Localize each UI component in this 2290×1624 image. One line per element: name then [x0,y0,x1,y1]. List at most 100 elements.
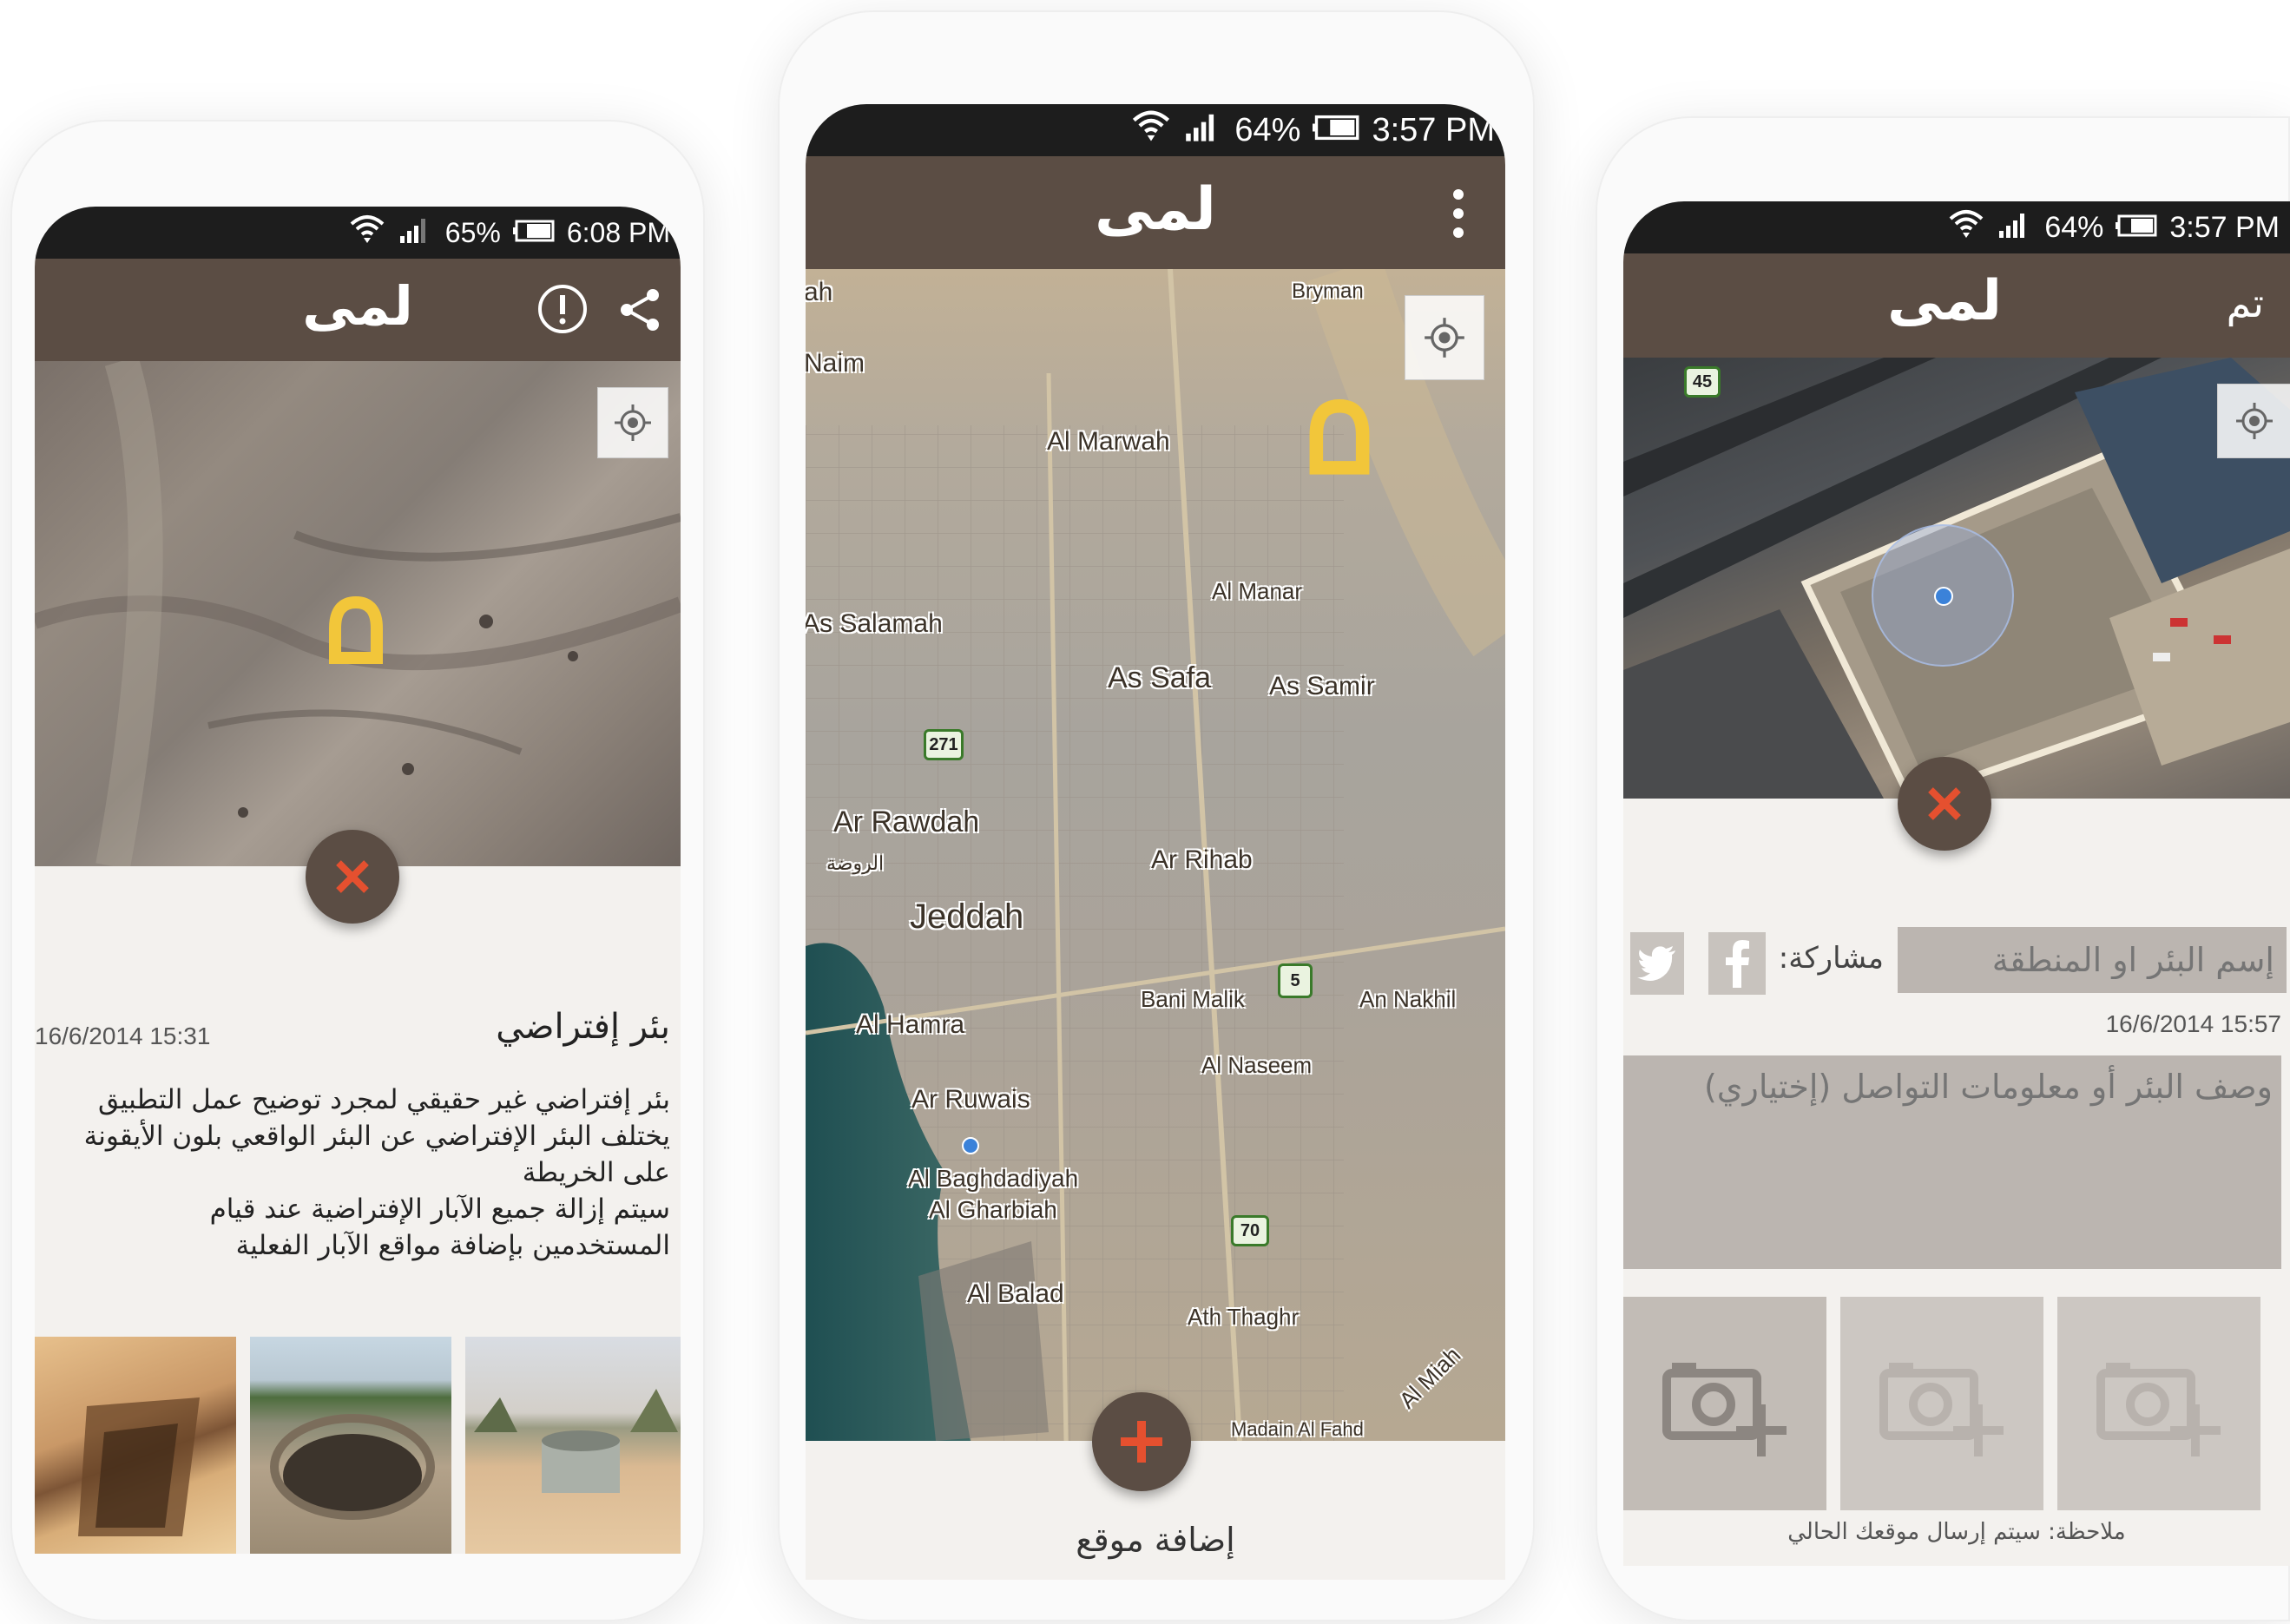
add-icon [1121,1421,1162,1463]
my-location-icon [615,404,651,441]
add-location-button[interactable] [1092,1392,1191,1491]
my-location-button[interactable] [597,387,668,458]
well-shape [474,1389,678,1493]
status-bar: 64% 3:57 PM [806,104,1505,156]
well-photo[interactable] [465,1337,681,1554]
satellite-map[interactable] [35,361,681,866]
city-map[interactable]: ah Bryman Naim Al Marwah Al Manar As Sal… [806,269,1505,1441]
current-location-dot [1934,587,1953,606]
my-location-icon [2236,403,2273,439]
map-label: Bani Malik [1141,986,1245,1012]
signal-icon [1184,108,1222,152]
pit-shape [78,1397,200,1536]
description-line: يختلف البئر الإفتراضي عن البئر الواقعي ب… [83,1121,670,1152]
map-label: Madain Al Fahd [1231,1418,1364,1440]
map-label: الروضة [826,852,885,874]
signal-icon [1997,208,2032,247]
well-photo[interactable] [250,1337,451,1554]
description-line: المستخدمين بإضافة مواقع الآبار الفعلية [235,1230,670,1261]
satellite-map[interactable]: 45 [1623,358,2290,799]
well-marker-icon [329,595,383,664]
map-label: Ar Ruwais [911,1085,1030,1114]
share-icon [621,289,659,331]
add-photo-icon [1879,1363,2004,1456]
info-button[interactable] [536,283,589,335]
map-label: Ath Thaghr [1188,1304,1300,1330]
well-marker-icon [1309,398,1370,475]
middle-screen: 64% 3:57 PM لمى ah Bryman Naim Al Marwah… [806,104,1505,1580]
road-shield: 70 [1231,1215,1269,1246]
map-label: Al Balad [967,1279,1064,1308]
done-button[interactable]: تم [2227,279,2264,326]
location-note: ملاحظة: سيتم إرسال موقعك الحالي [1787,1519,2126,1545]
app-bar: لمى [35,259,681,361]
left-screen: 65% 6:08 PM لمى 16/6/2014 15:31 بئر إفتر… [35,207,681,1554]
overflow-menu-icon [1453,189,1464,238]
add-location-label[interactable]: إضافة موقع [806,1521,1505,1559]
road-shield: 5 [1278,963,1313,998]
clock: 3:57 PM [2169,210,2280,244]
description-input[interactable] [1623,1055,2281,1269]
add-photo-icon [1662,1363,1787,1456]
clock: 6:08 PM [566,216,670,248]
map-label: Bryman [1292,279,1364,303]
description-line: بئر إفتراضي غير حقيقي لمجرد توضيح عمل ال… [97,1084,670,1115]
close-button[interactable] [1898,757,1991,851]
app-bar: لمى [806,156,1505,269]
description-line: على الخريطة [522,1157,670,1188]
share-button[interactable] [616,286,663,333]
map-label: As Salamah [806,609,943,638]
left-phone: 65% 6:08 PM لمى 16/6/2014 15:31 بئر إفتر… [10,120,705,1621]
battery-percent: 64% [2044,210,2104,244]
share-label: مشاركة: [1778,941,1884,976]
battery-icon [2116,211,2157,245]
battery-percent: 65% [444,216,501,248]
app-logo: لمى [1095,175,1216,244]
my-location-icon [1425,318,1464,358]
close-icon [1928,787,1961,820]
well-name-input[interactable] [1898,927,2287,993]
map-label: Jeddah [910,897,1024,936]
well-description: بئر إفتراضي غير حقيقي لمجرد توضيح عمل ال… [36,1082,670,1264]
map-label: Ar Rawdah [833,805,980,838]
status-bar: 64% 3:57 PM [1623,201,2290,253]
my-location-button[interactable] [1405,295,1484,380]
add-photo-slot[interactable] [1623,1297,1826,1510]
map-label: Al Marwah [1047,427,1170,456]
road-shield: 271 [924,729,964,760]
map-label: An Nakhil [1359,986,1457,1012]
map-label: ah [806,278,833,306]
description-line: سيتم إزالة جميع الآبار الإفتراضية عند قي… [209,1193,670,1225]
wifi-icon [1947,207,1985,249]
well-photo[interactable] [35,1337,236,1554]
info-icon [538,285,587,333]
right-screen: 64% 3:57 PM لمى تم 45 مشاركة: إسم البئر … [1623,201,2290,1566]
twitter-button[interactable] [1630,932,1684,995]
middle-phone: 64% 3:57 PM لمى ah Bryman Naim Al Marwah… [778,10,1535,1621]
right-phone: 64% 3:57 PM لمى تم 45 مشاركة: إسم البئر … [1596,116,2290,1621]
add-photo-slot[interactable] [2057,1297,2260,1510]
map-label: Al Naseem [1201,1052,1313,1078]
battery-percent: 64% [1234,111,1301,148]
well-date: 16/6/2014 15:31 [35,1022,211,1049]
battery-icon [1313,112,1359,149]
map-label: Al Manar [1212,578,1303,604]
map-label: Al Baghdadiyah [908,1165,1079,1192]
status-bar: 65% 6:08 PM [35,207,681,259]
current-location-dot [962,1137,979,1154]
overflow-menu-button[interactable] [1441,186,1476,241]
wifi-icon [1130,107,1172,154]
hole-shape [270,1414,435,1520]
map-label: Al Gharbiah [929,1196,1057,1223]
facebook-button[interactable] [1708,932,1766,995]
entry-date: 16/6/2014 15:57 [2105,1010,2281,1037]
wifi-icon [348,212,386,253]
my-location-button[interactable] [2217,384,2290,458]
well-marker[interactable] [321,588,391,667]
add-photo-slot[interactable] [1840,1297,2043,1510]
close-button[interactable] [306,830,399,924]
add-photo-icon [2096,1363,2221,1456]
signal-icon [398,214,433,252]
twitter-icon [1637,946,1675,981]
well-marker[interactable] [1300,391,1379,477]
